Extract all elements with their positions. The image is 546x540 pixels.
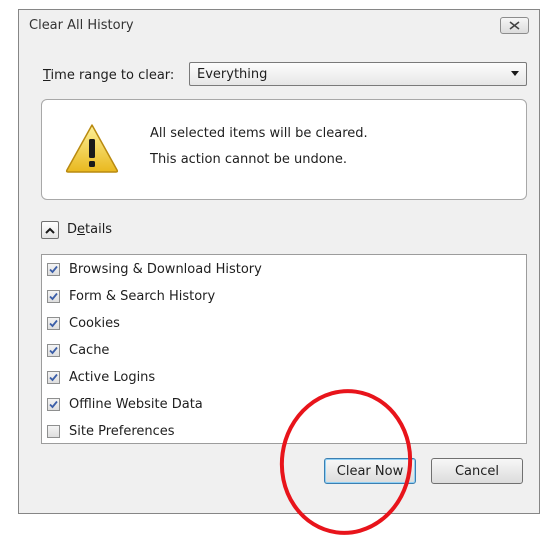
page: Clear All History Time range to clear: E… [0, 0, 546, 540]
warning-icon [65, 124, 119, 173]
time-range-label: Time range to clear: [43, 68, 175, 83]
list-item-label: Cookies [69, 315, 120, 331]
chevron-down-icon [511, 71, 519, 76]
checkbox[interactable] [47, 424, 60, 438]
list-item-label: Browsing & Download History [69, 261, 262, 277]
time-range-value: Everything [197, 67, 268, 82]
warning-panel: All selected items will be cleared. This… [41, 99, 527, 200]
details-label-first: D [67, 222, 78, 237]
chevron-up-icon [45, 227, 55, 234]
list-item-label: Site Preferences [69, 423, 175, 439]
list-item-label: Offline Website Data [69, 396, 203, 412]
clear-now-button[interactable]: Clear Now [324, 458, 416, 484]
checkmark-icon [49, 400, 58, 408]
list-item[interactable]: Cookies [47, 313, 120, 333]
checkbox[interactable] [47, 289, 60, 303]
close-button[interactable] [500, 17, 529, 34]
list-item[interactable]: Cache [47, 340, 109, 360]
list-item[interactable]: Offline Website Data [47, 394, 203, 414]
cancel-button[interactable]: Cancel [431, 458, 523, 484]
list-item-label: Form & Search History [69, 288, 216, 304]
list-item[interactable]: Form & Search History [47, 286, 215, 306]
checkmark-icon [49, 292, 58, 300]
list-item-label: Active Logins [69, 369, 156, 385]
window-title: Clear All History [29, 18, 134, 33]
close-icon [509, 21, 520, 30]
list-item[interactable]: Site Preferences [47, 421, 175, 441]
clear-history-dialog: Clear All History Time range to clear: E… [18, 9, 540, 514]
checkmark-icon [49, 346, 58, 354]
checkmark-icon [49, 265, 58, 273]
warning-text-line1: All selected items will be cleared. [150, 126, 368, 141]
details-label-accel: e [77, 222, 86, 237]
list-item[interactable]: Active Logins [47, 367, 155, 387]
titlebar: Clear All History [19, 10, 539, 40]
time-range-select[interactable]: Everything [189, 62, 527, 86]
checkbox[interactable] [47, 370, 60, 384]
checkmark-icon [49, 319, 58, 327]
checkbox[interactable] [47, 397, 60, 411]
details-label-rest: tails [85, 222, 113, 237]
checkbox[interactable] [47, 343, 60, 357]
details-toggle-button[interactable] [41, 221, 59, 239]
warning-text-line2: This action cannot be undone. [150, 152, 348, 167]
checkmark-icon [49, 373, 58, 381]
checkbox[interactable] [47, 262, 60, 276]
details-label: Details [67, 222, 112, 237]
history-items-list: Browsing & Download History Form & Search… [41, 254, 527, 444]
checkbox[interactable] [47, 316, 60, 330]
list-item-label: Cache [69, 342, 110, 358]
list-item[interactable]: Browsing & Download History [47, 259, 262, 279]
